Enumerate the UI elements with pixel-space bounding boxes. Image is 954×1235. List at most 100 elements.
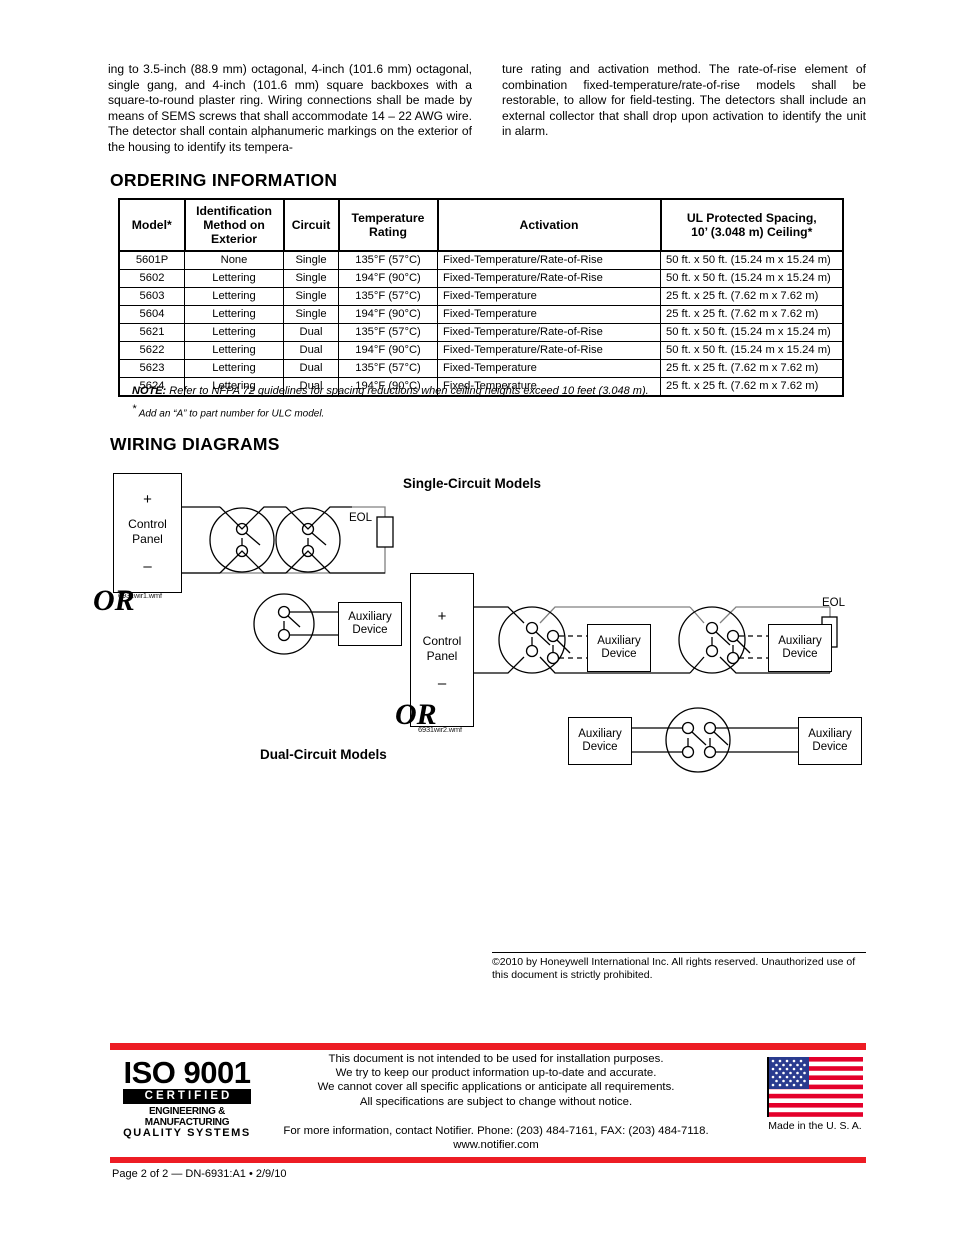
wiring-diagrams-area: Single-Circuit Models Dual-Circuit Model… <box>100 455 880 795</box>
aux-device-line1-dual-2: Auxiliary <box>778 634 822 647</box>
table-row: 5621 Lettering Dual 135°F (57°C) Fixed-Tempe… <box>118 323 844 342</box>
detector-dual-1-contact-a-bottom <box>525 644 539 658</box>
single-circuit-models-title: Single-Circuit Models <box>403 476 542 491</box>
or-label-dual: OR <box>395 698 437 731</box>
cell-model: 5622 <box>118 341 185 360</box>
table-footnote: * Add an “A” to part number for ULC mode… <box>132 403 324 419</box>
table-note-label: NOTE: <box>132 385 167 397</box>
detector-dual-1-contact-b-top <box>546 629 560 643</box>
control-panel-name-line2-single: Panel <box>132 532 163 546</box>
cell-spacing: 25 ft. x 25 ft. (7.62 m x 7.62 m) <box>660 287 844 306</box>
footer-disclaimer-line: All specifications are subject to change… <box>359 1095 633 1108</box>
col-header-identification-line3: Exterior <box>210 232 258 246</box>
col-header-model: Model* <box>118 198 186 252</box>
col-header-spacing-line2: 10’ (3.048 m) Ceiling* <box>691 225 813 239</box>
cell-circuit: Single <box>283 305 339 324</box>
table-row: 5622 Lettering Dual 194°F (90°C) Fixed-Tempe… <box>118 341 844 360</box>
cell-circuit: Single <box>283 269 339 288</box>
auxiliary-device-box-dual-1: Auxiliary Device <box>587 624 651 672</box>
detector-dual-1-contact-b-bottom <box>546 651 560 665</box>
iso-logo-certified: CERTIFIED <box>123 1089 251 1104</box>
control-panel-name-line1-single: Control <box>128 517 167 531</box>
cell-identification: Lettering <box>184 305 284 324</box>
detector-2-blade-top <box>311 532 327 546</box>
cell-activation: Fixed-Temperature <box>437 287 661 306</box>
aux-device-line2-dual-4: Device <box>812 741 848 753</box>
table-row: 5623 Lettering Dual 135°F (57°C) Fixed-Tempe… <box>118 359 844 378</box>
cell-circuit: Dual <box>283 341 339 360</box>
table-row: 5601P None Single 135°F (57°C) Fixed-Tempera… <box>118 250 844 270</box>
col-header-spacing: UL Protected Spacing, 10’ (3.048 m) Ceil… <box>659 198 844 252</box>
detector-dual-aux-contact-a-top <box>681 721 695 735</box>
cell-identification: Lettering <box>184 287 284 306</box>
aux-device-line2-dual-3: Device <box>582 741 618 753</box>
iso-9001-logo: ISO 9001 CERTIFIED ENGINEERING & MANUFAC… <box>123 1057 251 1139</box>
cell-model: 5603 <box>118 287 185 306</box>
detector-dual-1-contact-a-top <box>525 621 539 635</box>
col-header-identification-line2: Method on <box>203 218 265 232</box>
iso-logo-subtitle-1: ENGINEERING & MANUFACTURING <box>144 1105 230 1128</box>
detector-dual-aux-contact-a-bottom <box>681 745 695 759</box>
footer-rule-top <box>110 1043 866 1050</box>
table-row: 5602 Lettering Single 194°F (90°C) Fixed-Tem… <box>118 269 844 288</box>
footer-disclaimer-line: This document is not intended to be used… <box>328 1053 664 1065</box>
wiring-diagram-svg <box>180 506 838 773</box>
col-header-circuit: Circuit <box>282 198 340 252</box>
cell-temperature: 135°F (57°C) <box>338 323 438 342</box>
control-panel-plus-single: + <box>143 491 152 508</box>
auxiliary-device-box-dual-3: Auxiliary Device <box>568 717 632 765</box>
table-head: Model* Identification Method on Exterior… <box>118 198 844 252</box>
detector-dual-2-contact-b-top <box>726 629 740 643</box>
ordering-information-table: Model* Identification Method on Exterior… <box>118 198 844 397</box>
detector-dual-2-contact-b-bottom <box>726 651 740 665</box>
flag-svg <box>769 1057 863 1117</box>
cell-model: 5623 <box>118 359 185 378</box>
dual-det1-top-out <box>539 606 690 624</box>
detector-dual-aux-contact-b-top <box>703 721 717 735</box>
control-panel-plus-dual: + <box>437 608 447 625</box>
wiring-diagrams-heading: WIRING DIAGRAMS <box>110 434 280 454</box>
cell-temperature: 135°F (57°C) <box>338 287 438 306</box>
iso-logo-main: ISO 9001 <box>123 1055 251 1090</box>
col-header-activation: Activation <box>436 198 662 252</box>
cell-activation: Fixed-Temperature/Rate-of-Rise <box>437 250 661 270</box>
dual-wire-top-panel <box>472 606 525 624</box>
detector-dual-aux-contact-b-bottom <box>703 745 717 759</box>
table-body: 5601P None Single 135°F (57°C) Fixed-Tempera… <box>118 250 844 397</box>
footer-disclaimer-line: We try to keep our product information u… <box>335 1067 657 1080</box>
table-row: 5603 Lettering Single 135°F (57°C) Fixed-Tem… <box>118 287 844 306</box>
cell-spacing: 25 ft. x 25 ft. (7.62 m x 7.62 m) <box>660 359 844 378</box>
aux-device-line2-dual-1: Device <box>601 648 637 660</box>
auxiliary-device-box-single: Auxiliary Device <box>338 602 402 646</box>
aux-device-line1-dual-3: Auxiliary <box>578 727 622 740</box>
cell-model: 5621 <box>118 323 185 342</box>
auxiliary-device-box-dual-4: Auxiliary Device <box>798 717 862 765</box>
detector-dual-aux-blade-a <box>691 731 707 746</box>
table-row: 5604 Lettering Single 194°F (90°C) Fixed-Tem… <box>118 305 844 324</box>
cell-circuit: Single <box>283 287 339 306</box>
eol-resistor-symbol <box>376 516 394 548</box>
cell-circuit: Dual <box>283 359 339 378</box>
body-column-right: ture rating and activation method. The r… <box>502 62 866 156</box>
footer-website-link[interactable]: www.notifier.com <box>262 1139 730 1153</box>
cell-identification: Lettering <box>184 269 284 288</box>
col-header-identification: Identification Method on Exterior <box>183 198 285 252</box>
usa-flag-block: Made in the U. S. A. <box>763 1057 867 1132</box>
cell-identification: Lettering <box>184 341 284 360</box>
detector-aux-single-blade <box>287 615 301 628</box>
cell-temperature: 194°F (90°C) <box>338 269 438 288</box>
footer-contact-line: For more information, contact Notifier. … <box>283 1125 709 1137</box>
or-label-single: OR <box>93 584 135 617</box>
footer-contact-block: For more information, contact Notifier. … <box>262 1125 730 1152</box>
cell-model: 5604 <box>118 305 185 324</box>
footer-disclaimer: This document is not intended to be used… <box>270 1052 722 1109</box>
footer-rule-bottom <box>110 1157 866 1163</box>
control-panel-name-line2-dual: Panel <box>426 649 458 663</box>
cell-temperature: 194°F (90°C) <box>338 341 438 360</box>
dual-det2-top-in <box>689 606 705 624</box>
table-footnote-body: Add an “A” to part number for ULC model. <box>136 408 325 420</box>
detector-symbol-dual-aux <box>665 707 731 773</box>
dual-wire-bottom-panel <box>472 656 525 674</box>
cell-circuit: Dual <box>283 323 339 342</box>
cell-temperature: 135°F (57°C) <box>338 250 438 270</box>
